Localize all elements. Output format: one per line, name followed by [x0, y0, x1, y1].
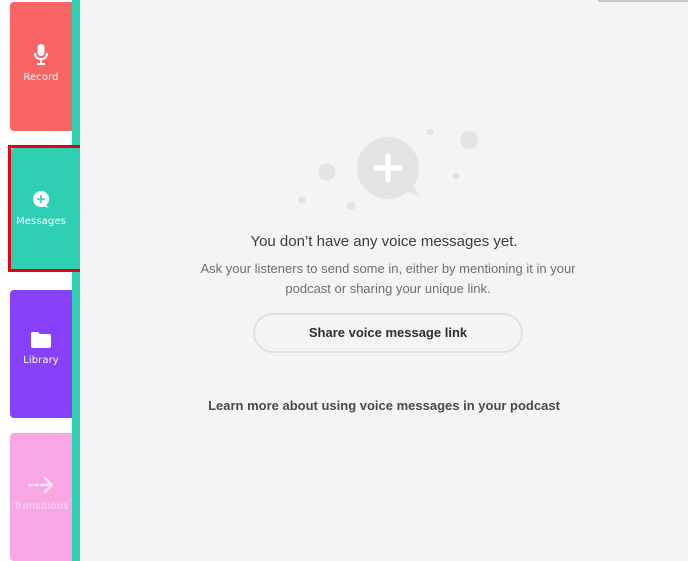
message-add-icon: [33, 191, 49, 208]
sidebar: Record Messages Library Transitions: [0, 0, 80, 561]
empty-state-title: You don’t have any voice messages yet.: [250, 233, 518, 250]
sidebar-item-record[interactable]: Record: [10, 2, 72, 131]
learn-more-link[interactable]: Learn more about using voice messages in…: [80, 398, 688, 413]
sidebar-item-label: Library: [23, 355, 59, 366]
sidebar-item-label: Record: [23, 72, 59, 83]
microphone-icon: [34, 44, 48, 65]
window-top-edge: [598, 0, 688, 2]
sidebar-item-transitions[interactable]: Transitions: [10, 433, 72, 561]
sidebar-item-label: Transitions: [13, 501, 69, 512]
sidebar-item-label: Messages: [16, 216, 66, 227]
folder-icon: [31, 332, 51, 348]
sidebar-accent-strip: [72, 0, 80, 561]
share-voice-message-link-button[interactable]: Share voice message link: [253, 313, 523, 353]
main-content: You don’t have any voice messages yet. A…: [80, 0, 688, 561]
arrow-right-icon: [27, 476, 54, 494]
sidebar-item-messages[interactable]: Messages: [10, 148, 72, 272]
message-bubble-plus-icon: [298, 128, 478, 210]
sidebar-item-library[interactable]: Library: [10, 290, 72, 418]
empty-state-description: Ask your listeners to send some in, eith…: [200, 261, 576, 296]
